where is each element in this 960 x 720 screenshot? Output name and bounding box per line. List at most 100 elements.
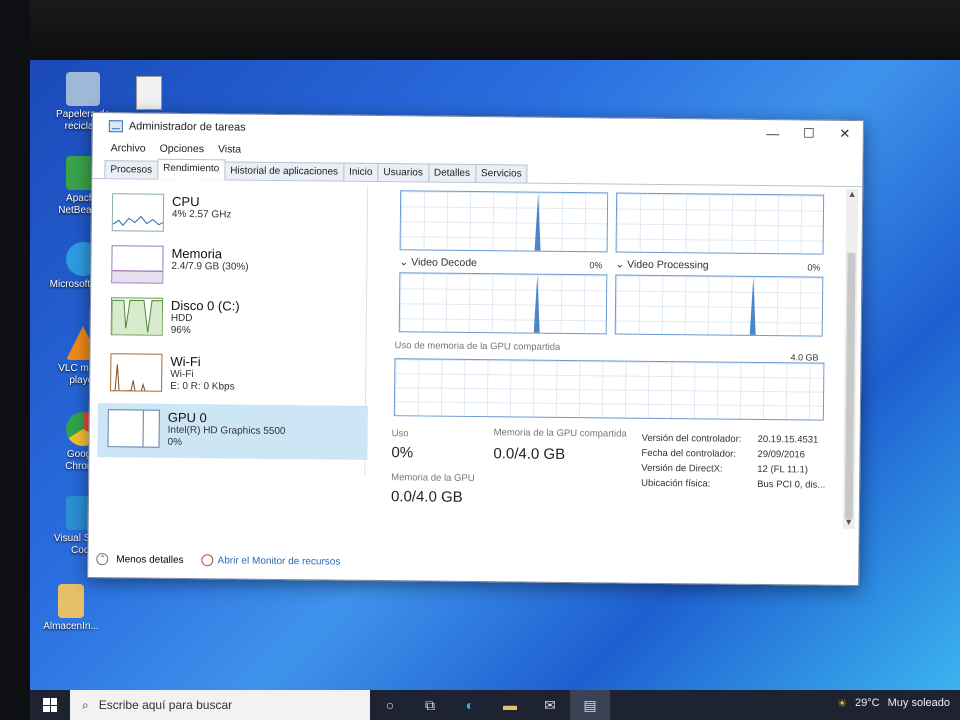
screen-bezel-top (0, 0, 960, 60)
gpu-graph-top-right (615, 192, 825, 255)
weather-temp[interactable]: 29°C (855, 697, 880, 710)
gpu-properties-values: 20.19.15.4531 29/09/2016 12 (FL 11.1) Bu… (757, 432, 826, 493)
gpu-detail-pane: ⌄ Video Decode 0% ⌄ Video Processing 0% … (379, 182, 837, 517)
file-explorer-icon[interactable]: ▬ (490, 690, 530, 720)
resource-name: Memoria (171, 245, 223, 262)
footer-bar: ⌃ Menos detalles Abrir el Monitor de rec… (96, 553, 340, 568)
usage-value: 0% (391, 444, 414, 462)
video-decode-percent: 0% (589, 260, 603, 271)
prop-key: Versión del controlador: (641, 432, 742, 445)
resource-monitor-link[interactable]: Abrir el Monitor de recursos (218, 555, 341, 567)
graph-spike (533, 274, 541, 333)
tab-usuarios[interactable]: Usuarios (377, 162, 429, 182)
prop-key: Versión de DirectX: (641, 462, 723, 475)
gpu-memory-label: Memoria de la GPU (391, 472, 475, 485)
minimize-button[interactable]: — (755, 120, 791, 146)
search-icon: ⌕ (82, 697, 89, 712)
tab-servicios[interactable]: Servicios (474, 164, 528, 183)
video-processing-percent: 0% (807, 262, 821, 273)
gpu-sparkline (107, 409, 160, 448)
gpu-properties-keys: Versión del controlador: Fecha del contr… (641, 431, 741, 492)
menu-archivo[interactable]: Archivo (111, 142, 146, 154)
weather-icon: ☀ (837, 698, 848, 710)
cpu-sparkline (111, 193, 165, 232)
resource-detail-2: 96% (170, 324, 191, 337)
resource-detail: Intel(R) HD Graphics 5500 (167, 424, 286, 438)
shared-memory-graph (393, 358, 825, 421)
prop-key: Fecha del controlador: (641, 447, 737, 460)
gpu-graph-top-left (399, 190, 609, 253)
taskbar-search[interactable]: ⌕ Escribe aquí para buscar (70, 690, 370, 720)
resource-detail: 2.4/7.9 GB (30%) (171, 260, 249, 273)
task-manager-taskbar-icon[interactable]: ▤ (570, 690, 610, 720)
usage-label: Uso (391, 428, 409, 440)
resource-detail: Wi-Fi (170, 368, 194, 381)
resource-monitor-icon (201, 554, 214, 567)
shared-memory-graph-label: Uso de memoria de la GPU compartida (394, 340, 561, 353)
shared-memory-stat-value: 0.0/4.0 GB (493, 445, 566, 463)
close-button[interactable]: ✕ (827, 121, 863, 147)
search-placeholder: Escribe aquí para buscar (98, 698, 233, 712)
wifi-sparkline (110, 353, 163, 392)
resource-detail: HDD (170, 312, 193, 325)
menu-opciones[interactable]: Opciones (160, 143, 204, 155)
mail-icon[interactable]: ✉ (530, 690, 570, 720)
shared-memory-max: 4.0 GB (790, 352, 819, 363)
resource-detail-2: 0% (167, 436, 183, 448)
tab-rendimiento[interactable]: Rendimiento (156, 158, 226, 181)
edge-taskbar-icon[interactable]: ◐ (450, 690, 490, 720)
tab-historial[interactable]: Historial de aplicaciones (224, 161, 345, 181)
resource-name: Wi-Fi (170, 353, 201, 370)
resource-wifi[interactable]: Wi-Fi Wi-Fi E: 0 R: 0 Kbps (100, 347, 361, 404)
scroll-up-icon[interactable]: ▲ (846, 189, 858, 201)
disk-sparkline (110, 297, 164, 336)
resource-list: CPU 4% 2.57 GHz Memoria 2.4/7.9 GB (30%) (93, 183, 369, 476)
prop-value: 12 (FL 11.1) (757, 463, 809, 476)
task-manager-window: Administrador de tareas — ☐ ✕ Archivo Op… (87, 112, 864, 587)
window-title: Administrador de tareas (128, 120, 246, 134)
gpu-memory-value: 0.0/4.0 GB (390, 488, 463, 506)
resource-name: Disco 0 (C:) (170, 297, 240, 314)
weather-description[interactable]: Muy soleado (888, 697, 950, 710)
prop-value: 20.19.15.4531 (757, 433, 819, 446)
resource-detail-2: E: 0 R: 0 Kbps (170, 380, 235, 393)
prop-value: Bus PCI 0, dis... (757, 478, 826, 491)
tab-inicio[interactable]: Inicio (342, 162, 379, 182)
resource-memoria[interactable]: Memoria 2.4/7.9 GB (30%) (101, 239, 362, 296)
cortana-icon[interactable]: ○ (370, 690, 410, 720)
task-view-icon[interactable]: ⧉ (410, 690, 450, 720)
document-icon[interactable] (136, 76, 162, 110)
folder-icon (58, 584, 84, 618)
vertical-scrollbar[interactable]: ▲ ▼ (842, 188, 859, 530)
screen-bezel-left (0, 0, 30, 720)
resource-cpu[interactable]: CPU 4% 2.57 GHz (102, 187, 363, 244)
scroll-thumb[interactable] (844, 252, 856, 519)
video-decode-graph (398, 272, 608, 335)
video-decode-label: ⌄ Video Decode (399, 256, 478, 270)
resource-disco[interactable]: Disco 0 (C:) HDD 96% (101, 291, 362, 348)
desktop-icon-folder[interactable]: AlmacenIn... (36, 584, 106, 633)
scroll-down-icon[interactable]: ▼ (843, 517, 855, 529)
collapse-icon[interactable]: ⌃ (96, 553, 109, 566)
start-button[interactable] (30, 690, 70, 720)
resource-gpu[interactable]: GPU 0 Intel(R) HD Graphics 5500 0% (97, 403, 368, 460)
windows-logo-icon (43, 698, 57, 712)
resource-name: CPU (171, 193, 200, 210)
task-manager-icon (108, 120, 123, 133)
desktop-icon-label: AlmacenIn... (43, 621, 99, 632)
system-tray: ☀ 29°C Muy soleado (837, 697, 950, 710)
taskbar: ⌕ Escribe aquí para buscar ○ ⧉ ◐ ▬ ✉ ▤ ☀… (30, 690, 960, 720)
prop-key: Ubicación física: (641, 477, 711, 490)
menu-vista[interactable]: Vista (218, 143, 241, 155)
prop-value: 29/09/2016 (757, 448, 806, 461)
video-processing-graph (614, 274, 824, 337)
memory-sparkline (111, 245, 164, 284)
maximize-button[interactable]: ☐ (791, 120, 827, 146)
tab-procesos[interactable]: Procesos (104, 160, 159, 179)
recycle-bin-icon (66, 72, 100, 106)
video-processing-label: ⌄ Video Processing (615, 258, 709, 272)
tab-detalles[interactable]: Detalles (427, 163, 477, 183)
performance-content: CPU 4% 2.57 GHz Memoria 2.4/7.9 GB (30%) (88, 179, 862, 587)
resource-name: GPU 0 (167, 409, 207, 426)
less-details-link[interactable]: Menos detalles (116, 554, 183, 566)
